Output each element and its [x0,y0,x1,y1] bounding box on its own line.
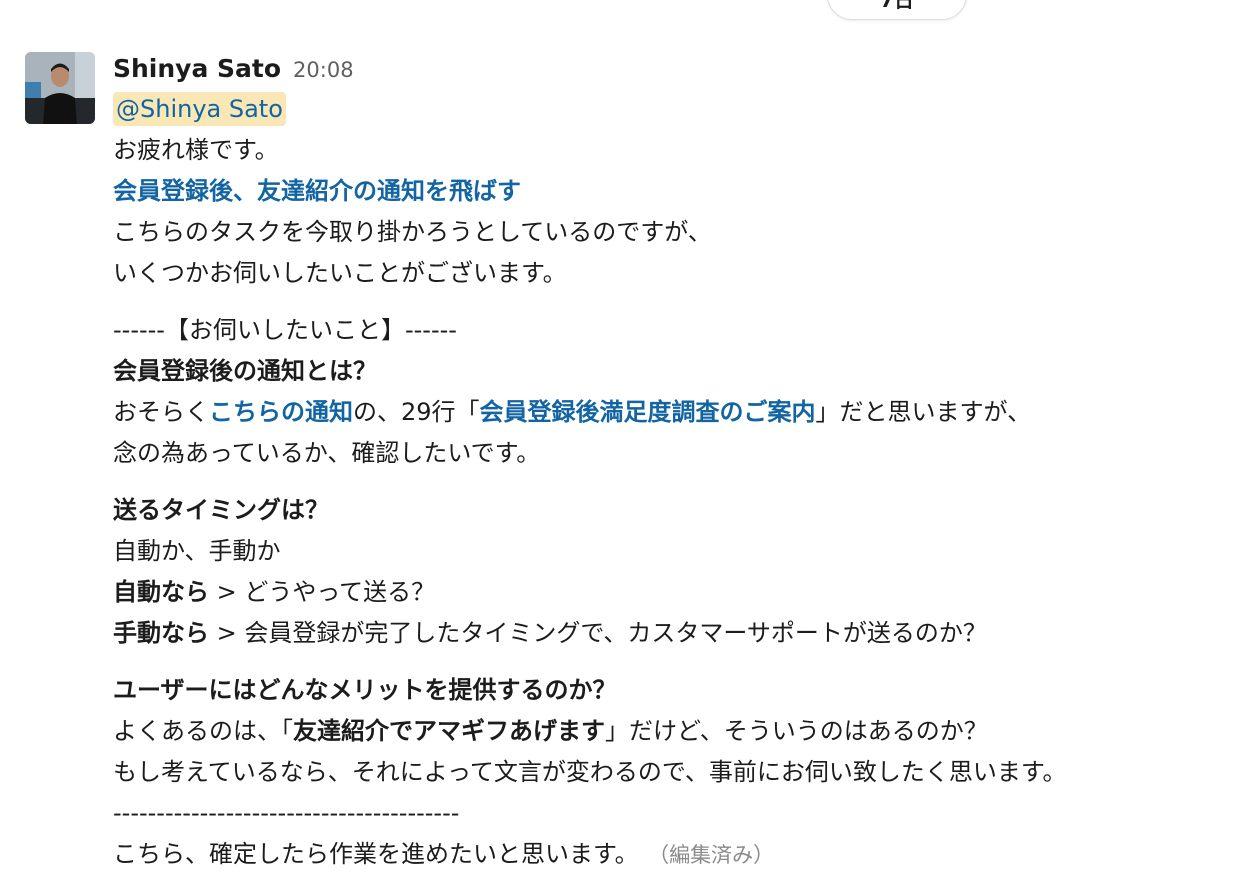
message-body: Shinya Sato 20:08 @Shinya Sato お疲れ様です。 会… [113,48,1243,876]
intro-line-2: いくつかお伺いしたいことがございます。 [113,259,567,287]
question-1-line-2: 念の為あっているか、確認したいです。 [113,439,541,467]
mention-line: @Shinya Sato [113,88,1243,130]
intro-line-1: こちらのタスクを今取り掛かろうとしているのですが、 [113,218,712,246]
question-2-title: 送るタイミングは？ [113,496,329,524]
question-2-manual-line: 手動なら > 会員登録が完了したタイミングで、カスタマーサポートが送るのか？ [113,613,1243,654]
edited-indicator: （編集済み） [658,843,775,867]
question-1-mid: の、29行「 [353,398,480,426]
questions-divider: ------【お伺いしたいこと】------ [113,316,457,344]
question-1-line-1: おそらくこちらの通知の、29行「会員登録後満足度調査のご案内」だと思いますが、 [113,392,1243,433]
task-line: 会員登録後、友達紹介の通知を飛ばす [113,171,1243,212]
question-1-pre: おそらく [113,398,209,426]
manual-text: > 会員登録が完了したタイミングで、カスタマーサポートが送るのか？ [209,619,987,647]
question-1-title: 会員登録後の通知とは？ [113,357,377,385]
closing-divider: ---------------------------------------- [113,799,460,827]
avatar[interactable] [25,52,95,124]
question-3-bold: 友達紹介でアマギフあげます [293,717,605,745]
question-3-post: 」だけど、そういうのはあるのか？ [605,717,988,745]
notification-link[interactable]: こちらの通知 [209,398,353,426]
closing-text: こちら、確定したら作業を進めたいと思います。 [113,840,639,868]
question-2-line-1: 自動か、手動か [113,537,281,565]
auto-text: > どうやって送る？ [209,578,436,606]
closing-line: こちら、確定したら作業を進めたいと思います。 （編集済み） [113,834,1243,876]
task-link[interactable]: 会員登録後、友達紹介の通知を飛ばす [113,177,521,205]
question-3-pre: よくあるのは、「 [113,717,293,745]
sender-name[interactable]: Shinya Sato [113,48,281,89]
question-3-title: ユーザーにはどんなメリットを提供するのか？ [113,676,617,704]
question-1-post: 」だと思いますが、 [815,398,1032,426]
question-3-line-2: もし考えているなら、それによって文言が変わるので、事前にお伺い致したく思います。 [113,758,1067,786]
avatar-photo-icon [25,52,95,124]
user-mention[interactable]: @Shinya Sato [113,92,286,126]
message-timestamp[interactable]: 20:08 [293,50,354,91]
manual-label: 手動なら [113,619,209,647]
question-2-auto-line: 自動なら > どうやって送る？ [113,572,1243,613]
greeting-text: お疲れ様です。 [113,136,279,164]
auto-label: 自動なら [113,578,209,606]
message-header: Shinya Sato 20:08 [113,48,1243,88]
survey-link[interactable]: 会員登録後満足度調査のご案内 [480,398,816,426]
chat-message: Shinya Sato 20:08 @Shinya Sato お疲れ様です。 会… [0,0,1258,894]
question-3-line-1: よくあるのは、「友達紹介でアマギフあげます」だけど、そういうのはあるのか？ [113,711,1243,752]
